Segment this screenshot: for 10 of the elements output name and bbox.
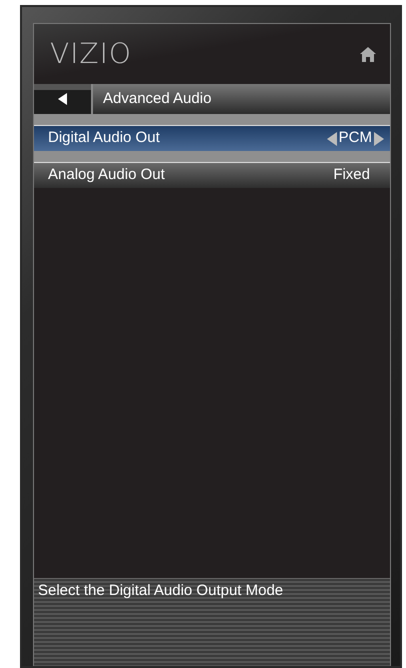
menu-item[interactable]: Analog Audio Out Fixed [34,163,390,188]
help-text: Select the Digital Audio Output Mode [38,581,284,601]
home-icon[interactable] [360,46,376,62]
back-button[interactable] [34,84,91,114]
menu-item[interactable]: Digital Audio Out PCM [34,126,390,151]
left-arrow-icon [58,93,67,105]
logo-text: VIZIO [50,40,132,68]
right-arrow-icon[interactable] [374,132,384,146]
menu-title: Advanced Audio [91,84,390,114]
left-arrow-icon[interactable] [326,132,337,146]
